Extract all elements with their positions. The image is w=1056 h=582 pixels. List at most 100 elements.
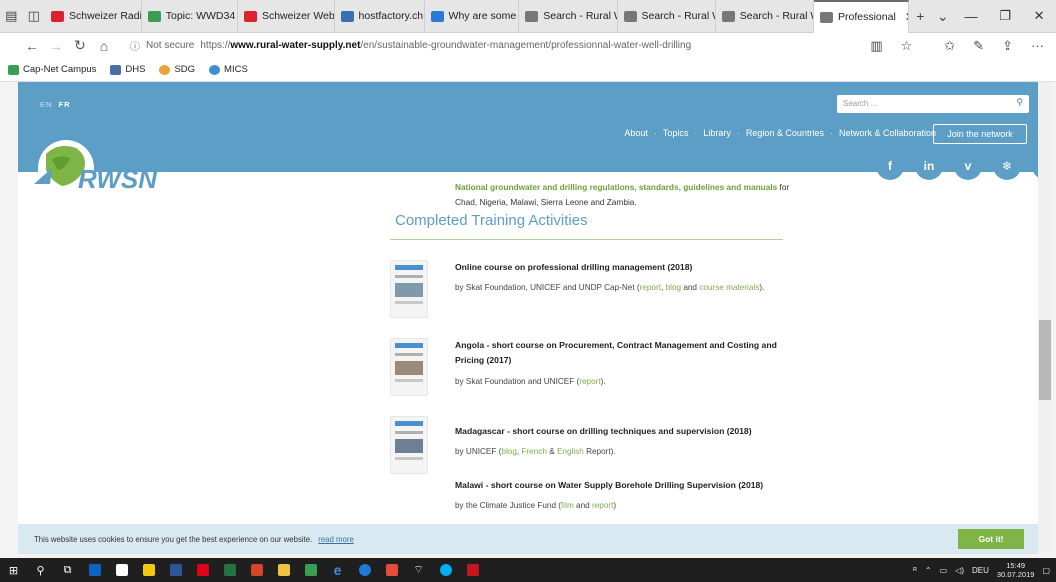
outlook-icon[interactable]: [81, 558, 108, 582]
restore-icon[interactable]: ❐: [988, 0, 1022, 33]
refresh-icon[interactable]: ↻: [68, 37, 92, 54]
back-arrow-icon[interactable]: ←: [20, 38, 44, 54]
task-view-icon[interactable]: ⧉: [54, 558, 81, 582]
report-link[interactable]: report: [579, 377, 600, 386]
list-item: Malawi - short course on Water Supply Bo…: [390, 478, 800, 518]
sticky-notes-icon[interactable]: [135, 558, 162, 582]
favorite-item[interactable]: Cap-Net Campus: [8, 64, 96, 75]
favorite-item[interactable]: MICS: [209, 64, 248, 75]
internet-explorer-icon[interactable]: e: [324, 558, 351, 582]
pen-icon[interactable]: ✎: [973, 38, 984, 54]
nav-about[interactable]: About: [624, 128, 648, 138]
reading-view-icon[interactable]: ▥: [870, 38, 882, 54]
clock[interactable]: 15:49 30.07.2019: [997, 561, 1035, 579]
activity-title: Madagascar - short course on drilling te…: [455, 426, 752, 436]
security-label: Not secure: [146, 40, 195, 51]
nav-region-countries[interactable]: Region & Countries: [746, 128, 824, 138]
regulations-link[interactable]: National groundwater and drilling regula…: [455, 182, 777, 192]
activity-thumbnail[interactable]: [390, 416, 428, 474]
chevron-down-icon[interactable]: ⌄: [932, 8, 955, 25]
browser-tab-active[interactable]: Professional✕: [814, 0, 910, 33]
favorite-item[interactable]: SDG: [159, 64, 195, 75]
chevron-up-icon[interactable]: ⌃: [925, 566, 932, 575]
join-network-button[interactable]: Join the network: [933, 124, 1027, 144]
french-link[interactable]: French: [521, 447, 546, 456]
browser-tab[interactable]: Search - Rural W: [519, 0, 618, 33]
app-icon[interactable]: [297, 558, 324, 582]
browser-tab[interactable]: Search - Rural W: [618, 0, 716, 33]
window-close-icon[interactable]: ✕: [1022, 0, 1056, 33]
film-link[interactable]: film: [561, 501, 574, 510]
search-icon[interactable]: ⚲: [1016, 97, 1023, 108]
favorites-list-icon[interactable]: ✩: [944, 38, 955, 54]
nav-topics[interactable]: Topics: [663, 128, 689, 138]
system-tray: ᴿ ⌃ ▭ ◁) DEU 15:49 30.07.2019 ▢: [913, 561, 1056, 579]
got-it-button[interactable]: Got it!: [958, 529, 1024, 549]
read-more-link[interactable]: read more: [318, 535, 354, 544]
favorite-star-icon[interactable]: ☆: [901, 38, 913, 54]
url-field[interactable]: ⓘ Not secure https://www.rural-water-sup…: [130, 35, 850, 56]
report-link[interactable]: report: [592, 501, 613, 510]
activity-thumbnail[interactable]: [390, 338, 428, 396]
browser-tab[interactable]: Schweizer Radio: [45, 0, 142, 33]
tab-preview-icon[interactable]: ◫: [23, 0, 46, 33]
browser-tab[interactable]: Schweizer Webh: [238, 0, 335, 33]
linkedin-icon[interactable]: in: [915, 152, 943, 180]
list-item: Online course on professional drilling m…: [390, 260, 800, 330]
forward-arrow-icon[interactable]: →: [44, 38, 68, 54]
course-materials-link[interactable]: course materials: [699, 283, 759, 292]
activity-description: by Skat Foundation and UNICEF (report).: [455, 377, 606, 386]
edge-icon[interactable]: [351, 558, 378, 582]
file-explorer-icon[interactable]: [270, 558, 297, 582]
facebook-icon[interactable]: f: [876, 152, 904, 180]
sbb-icon[interactable]: [189, 558, 216, 582]
activity-description: by the Climate Justice Fund (film and re…: [455, 501, 617, 510]
activity-thumbnail[interactable]: [390, 260, 428, 318]
blog-link[interactable]: blog: [666, 283, 681, 292]
network-icon[interactable]: ▭: [940, 566, 948, 575]
browser-tab[interactable]: Search - Rural W: [716, 0, 814, 33]
nav-library[interactable]: Library: [703, 128, 731, 138]
info-icon[interactable]: ⓘ: [130, 38, 140, 53]
notifications-icon[interactable]: ▢: [1042, 566, 1050, 575]
home-icon[interactable]: ⌂: [92, 38, 116, 54]
powerpoint-icon[interactable]: [243, 558, 270, 582]
store-icon[interactable]: [108, 558, 135, 582]
scrollbar-thumb[interactable]: [1039, 320, 1051, 400]
people-icon[interactable]: ᴿ: [913, 566, 917, 575]
nav-network-collaboration[interactable]: Network & Collaboration: [839, 128, 936, 138]
wifi-icon[interactable]: ⌔: [405, 558, 432, 582]
browser-tab[interactable]: hostfactory.ch -: [335, 0, 425, 33]
vimeo-icon[interactable]: v: [954, 152, 982, 180]
blog-link[interactable]: blog: [501, 447, 516, 456]
favorite-item[interactable]: DHS: [110, 64, 145, 75]
minimize-icon[interactable]: —: [954, 0, 988, 33]
browser-tab[interactable]: Why are some b: [425, 0, 520, 33]
dgroups-icon[interactable]: ❄: [993, 152, 1021, 180]
rwsn-logo[interactable]: RWSN: [26, 140, 196, 210]
word-icon[interactable]: [162, 558, 189, 582]
acrobat-icon[interactable]: [459, 558, 486, 582]
new-tab-icon[interactable]: +: [909, 8, 932, 24]
search-icon[interactable]: ⚲: [27, 558, 54, 582]
more-icon[interactable]: ···: [1031, 38, 1044, 54]
windows-start-icon[interactable]: ⊞: [0, 558, 27, 582]
browser-tab[interactable]: Topic: WWD34 –: [142, 0, 238, 33]
tab-set-aside-icon[interactable]: ▤: [0, 0, 23, 33]
input-language[interactable]: DEU: [972, 566, 989, 575]
volume-icon[interactable]: ◁): [955, 566, 964, 575]
report-link[interactable]: report: [640, 283, 661, 292]
skype-icon[interactable]: [432, 558, 459, 582]
tab-favicon: [243, 10, 257, 22]
excel-icon[interactable]: [216, 558, 243, 582]
url-text: https://www.rural-water-supply.net/en/su…: [200, 40, 692, 51]
site-search-input[interactable]: Search ... ⚲: [837, 95, 1029, 113]
list-item: Angola - short course on Procurement, Co…: [390, 338, 800, 408]
page-scrollbar[interactable]: [1038, 82, 1052, 552]
cap-net-icon: [8, 64, 19, 75]
lang-en-link[interactable]: EN: [40, 100, 52, 109]
english-link[interactable]: English: [557, 447, 584, 456]
office-icon[interactable]: [378, 558, 405, 582]
lang-fr-link[interactable]: FR: [59, 100, 71, 109]
share-icon[interactable]: ⇪: [1002, 38, 1013, 54]
